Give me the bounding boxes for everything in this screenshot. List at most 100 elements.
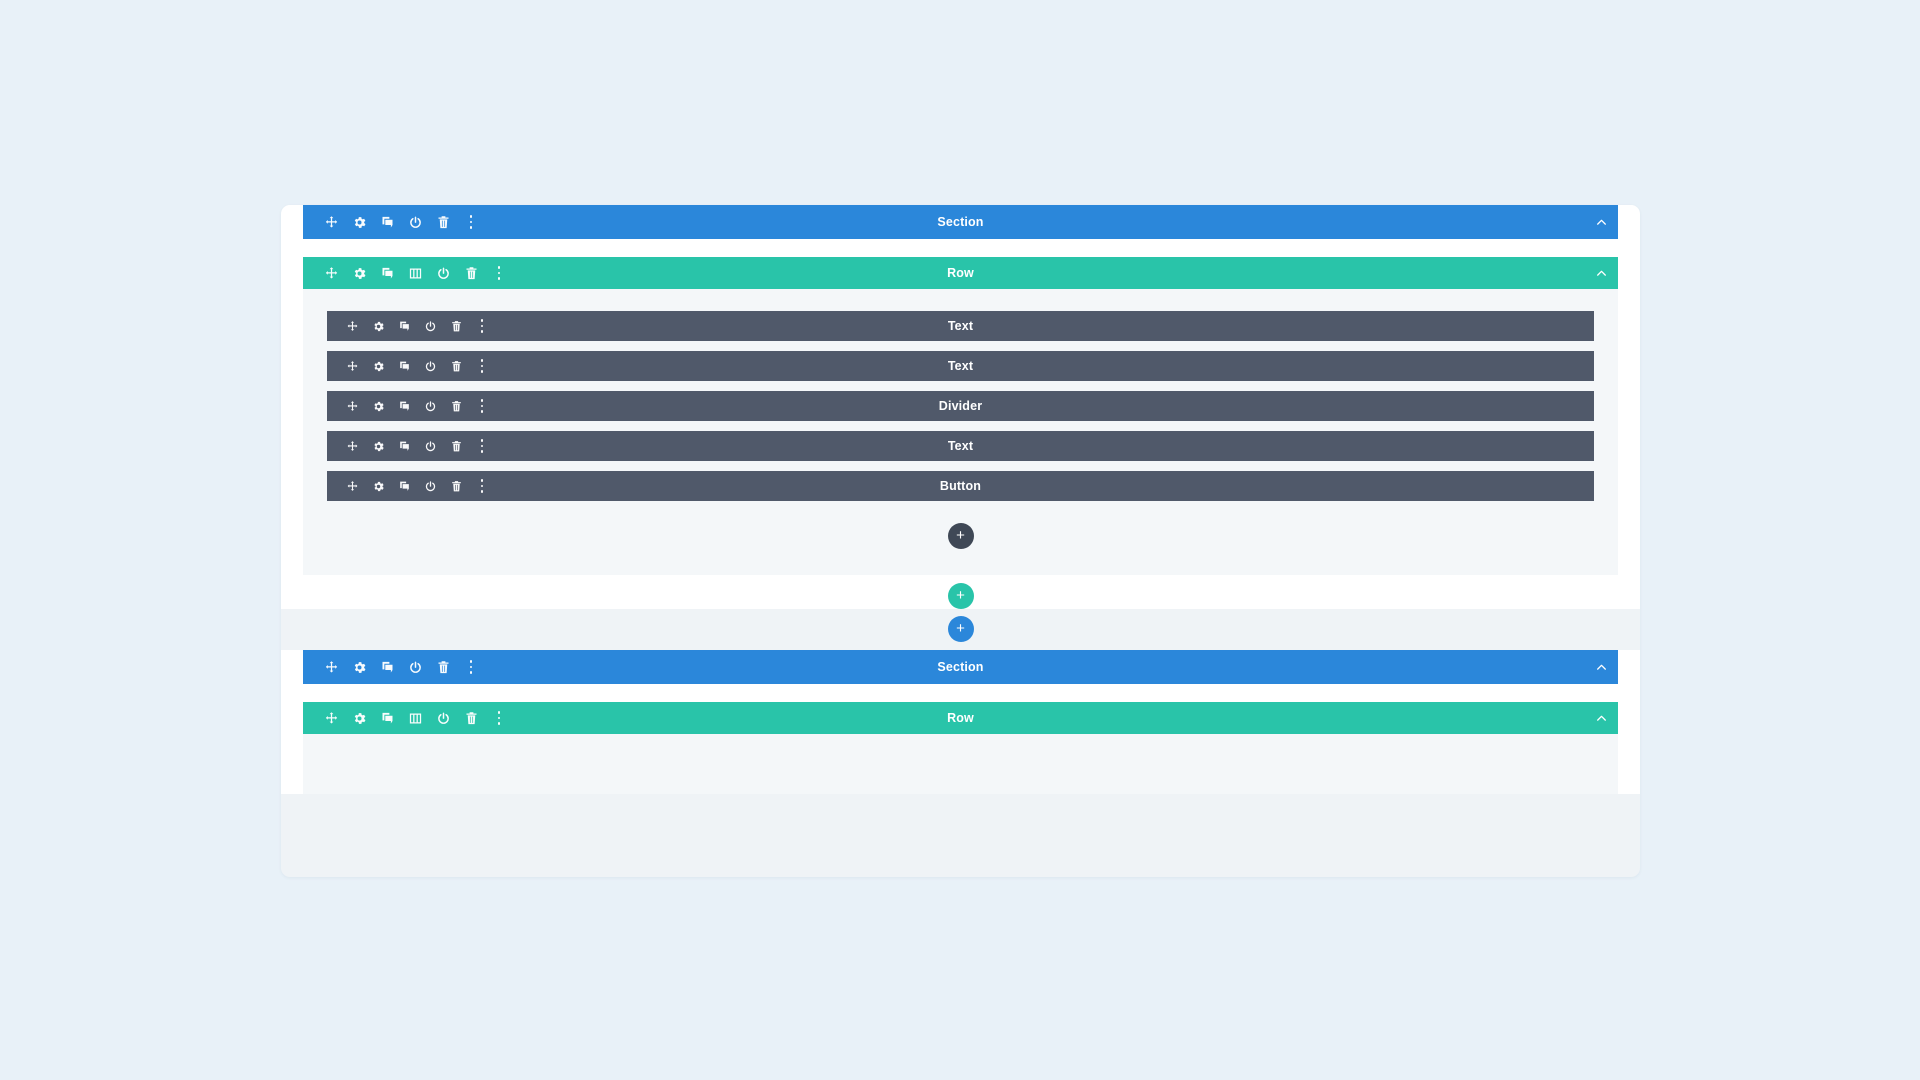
gear-icon[interactable] (365, 353, 391, 379)
ellipsis-icon[interactable] (469, 393, 495, 419)
add-section-button[interactable]: + (947, 616, 974, 642)
trash-icon[interactable] (443, 313, 469, 339)
row-container: Row (303, 257, 1618, 575)
module-label: Button (939, 479, 982, 493)
trash-icon[interactable] (443, 353, 469, 379)
add-section-button-wrap: + (281, 609, 1640, 650)
move-icon[interactable] (317, 653, 345, 681)
gear-icon[interactable] (365, 313, 391, 339)
add-row-button-wrap: + (281, 575, 1640, 609)
gear-icon[interactable] (345, 653, 373, 681)
move-icon[interactable] (339, 353, 365, 379)
duplicate-icon[interactable] (373, 704, 401, 732)
add-row-button[interactable]: + (947, 583, 974, 609)
section-header-bar[interactable]: Section (303, 650, 1618, 684)
ellipsis-icon[interactable] (469, 353, 495, 379)
module-bar[interactable]: Button (327, 471, 1594, 501)
section-label: Section (937, 660, 984, 674)
module-toolbar (339, 313, 495, 339)
move-icon[interactable] (339, 473, 365, 499)
ellipsis-icon[interactable] (485, 704, 513, 732)
ellipsis-icon[interactable] (457, 653, 485, 681)
module-label: Divider (938, 399, 983, 413)
gear-icon[interactable] (345, 704, 373, 732)
chevron-up-icon[interactable] (1584, 257, 1618, 289)
duplicate-icon[interactable] (391, 433, 417, 459)
row-header-bar[interactable]: Row (303, 257, 1618, 289)
section-block: Section (281, 650, 1640, 794)
row-block: Row (281, 684, 1640, 794)
duplicate-icon[interactable] (373, 259, 401, 287)
module-label: Text (947, 359, 974, 373)
plus-icon: + (956, 587, 965, 604)
power-icon[interactable] (417, 433, 443, 459)
trash-icon[interactable] (457, 704, 485, 732)
row-block: Row (281, 239, 1640, 609)
section-bar-wrap: Section (281, 650, 1640, 684)
columns-icon[interactable] (401, 259, 429, 287)
duplicate-icon[interactable] (391, 393, 417, 419)
power-icon[interactable] (417, 313, 443, 339)
duplicate-icon[interactable] (391, 473, 417, 499)
module-toolbar (339, 433, 495, 459)
module-label: Text (947, 319, 974, 333)
module-bar[interactable]: Text (327, 431, 1594, 461)
row-toolbar (317, 704, 513, 732)
power-icon[interactable] (401, 653, 429, 681)
plus-icon: + (956, 527, 965, 544)
power-icon[interactable] (429, 259, 457, 287)
duplicate-icon[interactable] (373, 653, 401, 681)
gear-icon[interactable] (365, 433, 391, 459)
section-label: Section (937, 215, 984, 229)
section-block: Section (281, 205, 1640, 650)
ellipsis-icon[interactable] (457, 208, 485, 236)
trash-icon[interactable] (443, 393, 469, 419)
gear-icon[interactable] (365, 473, 391, 499)
trash-icon[interactable] (443, 473, 469, 499)
row-body: Text Text Divider Text Button + (303, 289, 1618, 575)
row-header-bar[interactable]: Row (303, 702, 1618, 734)
module-label: Text (947, 439, 974, 453)
ellipsis-icon[interactable] (485, 259, 513, 287)
trash-icon[interactable] (457, 259, 485, 287)
section-toolbar (317, 653, 485, 681)
power-icon[interactable] (417, 473, 443, 499)
chevron-up-icon[interactable] (1584, 650, 1618, 684)
trash-icon[interactable] (429, 653, 457, 681)
module-bar[interactable]: Text (327, 311, 1594, 341)
move-icon[interactable] (317, 704, 345, 732)
ellipsis-icon[interactable] (469, 313, 495, 339)
plus-icon: + (956, 620, 965, 637)
gear-icon[interactable] (345, 208, 373, 236)
module-toolbar (339, 473, 495, 499)
section-header-bar[interactable]: Section (303, 205, 1618, 239)
power-icon[interactable] (417, 353, 443, 379)
module-bar[interactable]: Text (327, 351, 1594, 381)
module-bar[interactable]: Divider (327, 391, 1594, 421)
trash-icon[interactable] (443, 433, 469, 459)
canvas-scroll-area[interactable]: Section Row Text Text Divider Text Butto… (281, 205, 1640, 877)
chevron-up-icon[interactable] (1584, 702, 1618, 734)
duplicate-icon[interactable] (391, 313, 417, 339)
power-icon[interactable] (401, 208, 429, 236)
move-icon[interactable] (317, 208, 345, 236)
duplicate-icon[interactable] (373, 208, 401, 236)
move-icon[interactable] (339, 313, 365, 339)
ellipsis-icon[interactable] (469, 433, 495, 459)
gear-icon[interactable] (365, 393, 391, 419)
move-icon[interactable] (317, 259, 345, 287)
move-icon[interactable] (339, 393, 365, 419)
trash-icon[interactable] (429, 208, 457, 236)
power-icon[interactable] (417, 393, 443, 419)
columns-icon[interactable] (401, 704, 429, 732)
gear-icon[interactable] (345, 259, 373, 287)
ellipsis-icon[interactable] (469, 473, 495, 499)
duplicate-icon[interactable] (391, 353, 417, 379)
row-body (303, 734, 1618, 794)
chevron-up-icon[interactable] (1584, 205, 1618, 239)
power-icon[interactable] (429, 704, 457, 732)
move-icon[interactable] (339, 433, 365, 459)
row-container: Row (303, 702, 1618, 794)
add-module-button[interactable]: + (947, 523, 974, 549)
row-toolbar (317, 259, 513, 287)
